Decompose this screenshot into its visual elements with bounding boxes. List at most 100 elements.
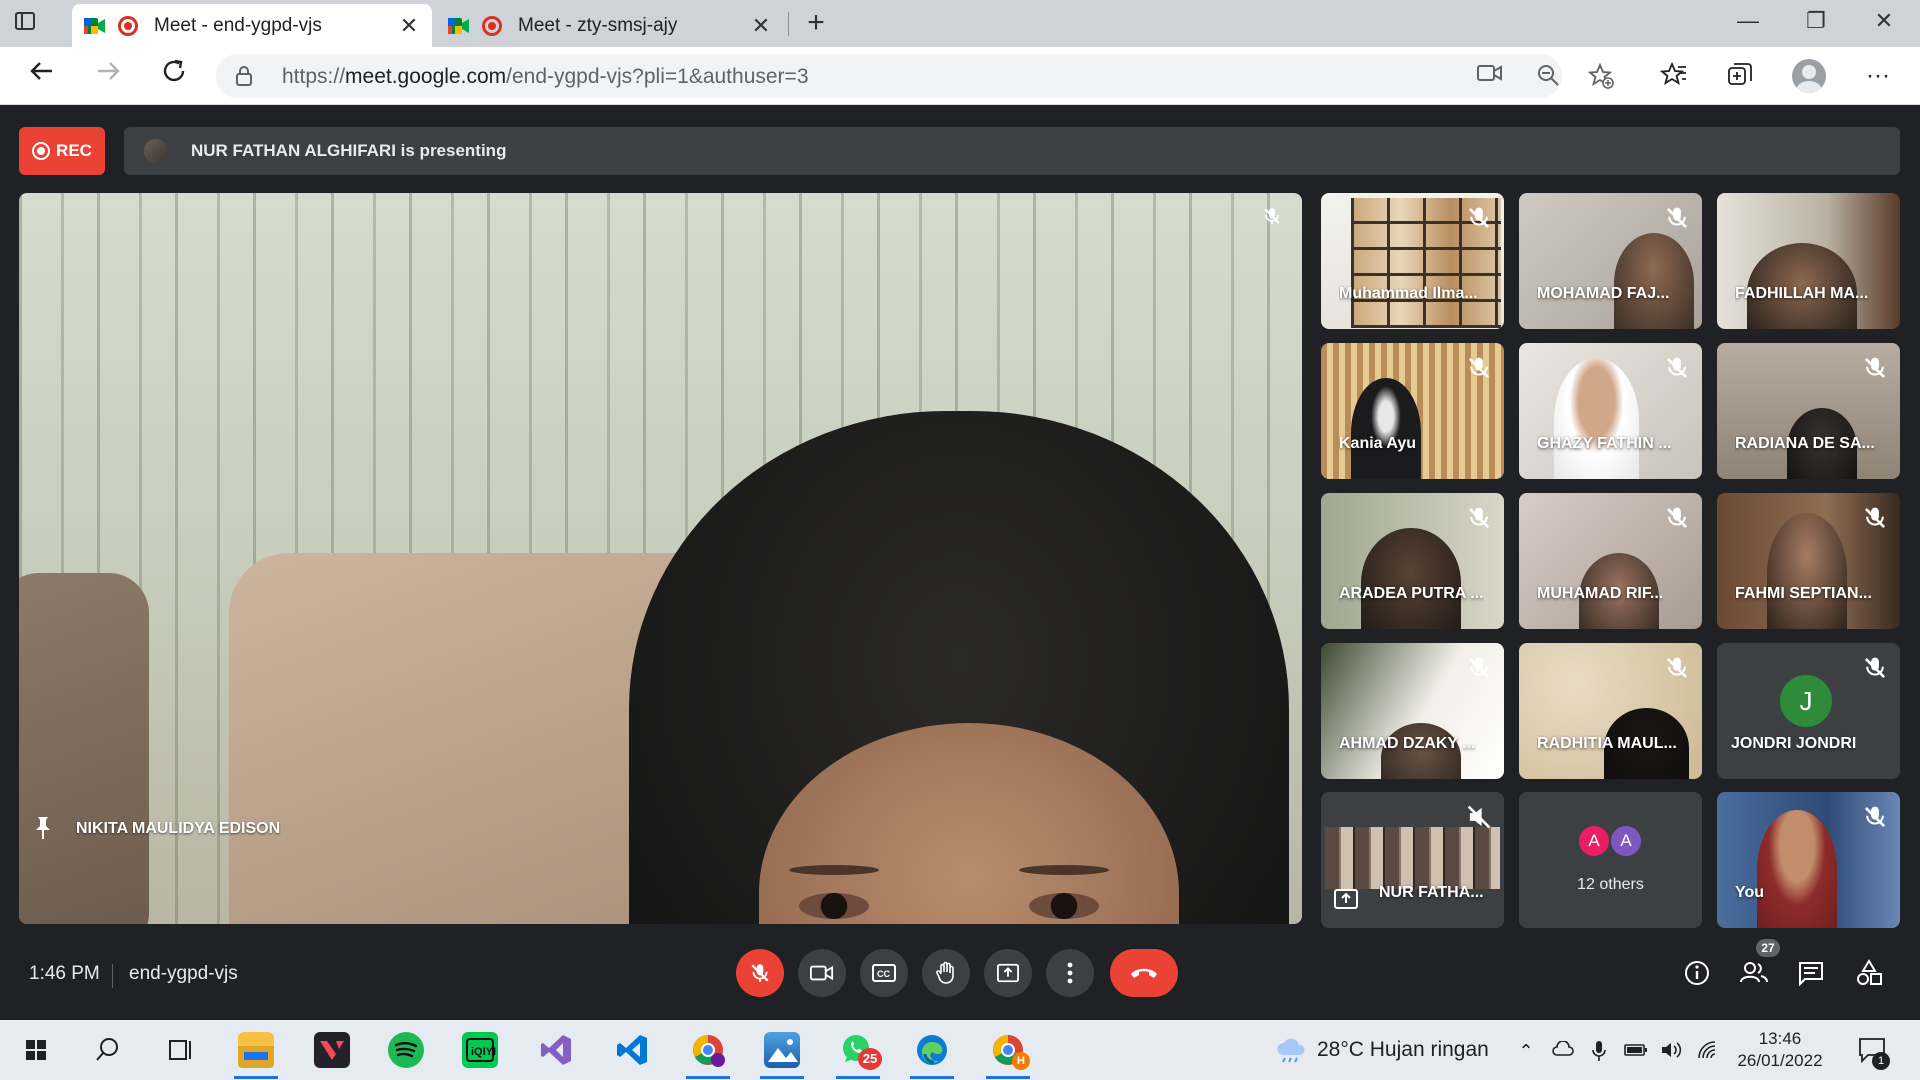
visual-studio-icon[interactable] — [538, 1032, 574, 1068]
more-menu-icon[interactable]: ··· — [1862, 61, 1894, 93]
participant-tile[interactable]: Muhammad Ilma... — [1321, 193, 1504, 329]
participant-name: You — [1735, 884, 1765, 901]
participant-name: Muhammad Ilma... — [1339, 285, 1478, 302]
favorites-icon[interactable] — [1658, 61, 1690, 93]
microphone-icon[interactable] — [1588, 1040, 1610, 1062]
edge-icon[interactable] — [914, 1032, 950, 1068]
presentation-thumbnail — [1325, 827, 1500, 889]
close-tab-icon[interactable]: ✕ — [750, 13, 772, 39]
participant-name: NUR FATHA... — [1379, 884, 1484, 901]
participant-name: Kania Ayu — [1339, 435, 1417, 452]
zoom-icon[interactable] — [1535, 63, 1561, 89]
others-tile[interactable]: A A 12 others — [1519, 792, 1702, 928]
tab-meet-end-ygpd-vjs[interactable]: Meet - end-ygpd-vjs ✕ — [72, 4, 432, 47]
self-tile[interactable]: You — [1717, 792, 1900, 928]
chrome-icon[interactable] — [690, 1032, 726, 1068]
spotify-icon[interactable] — [388, 1032, 424, 1068]
participant-tile[interactable]: GHAZY FATHIN ... — [1519, 343, 1702, 479]
chrome-profile-badge: H — [1012, 1052, 1030, 1070]
chrome-profile-icon[interactable]: H — [990, 1032, 1030, 1070]
whatsapp-icon[interactable]: 25 — [840, 1032, 882, 1070]
participant-tile[interactable]: AHMAD DZAKY ... — [1321, 643, 1504, 779]
tab-separator — [788, 12, 789, 36]
mic-off-icon — [1666, 207, 1688, 229]
minimize-button[interactable]: — — [1718, 8, 1778, 38]
clock-date: 26/01/2022 — [1737, 1051, 1823, 1070]
new-tab-button[interactable]: + — [800, 8, 832, 40]
participant-tile[interactable]: J JONDRI JONDRI — [1717, 643, 1900, 779]
whatsapp-unread-badge: 25 — [858, 1048, 882, 1070]
weather-widget[interactable]: 28°C Hujan ringan — [1275, 1037, 1489, 1063]
present-screen-icon — [997, 963, 1019, 983]
participant-tile[interactable]: RADHITIA MAUL... — [1519, 643, 1702, 779]
present-now-button[interactable] — [984, 949, 1032, 997]
onedrive-icon[interactable] — [1552, 1040, 1574, 1062]
participants-button[interactable] — [1736, 955, 1772, 991]
vscode-icon[interactable] — [614, 1032, 650, 1068]
meeting-details-button[interactable] — [1679, 955, 1715, 991]
valorant-icon[interactable] — [314, 1032, 350, 1068]
url-text: https://meet.google.com/end-ygpd-vjs?pli… — [282, 65, 809, 89]
file-explorer-icon[interactable] — [238, 1032, 274, 1068]
wifi-icon[interactable] — [1696, 1040, 1718, 1062]
tab-meet-zty-smsj-ajy[interactable]: Meet - zty-smsj-ajy ✕ — [436, 4, 784, 47]
participant-name: RADIANA DE SA... — [1735, 435, 1875, 452]
meet-area: REC NUR FATHAN ALGHIFARI is presenting N… — [0, 106, 1920, 1020]
more-options-button[interactable] — [1046, 949, 1094, 997]
leave-call-button[interactable] — [1110, 949, 1178, 997]
captions-icon: CC — [872, 964, 896, 982]
mic-off-icon — [1864, 357, 1886, 379]
raise-hand-button[interactable] — [922, 949, 970, 997]
pin-icon[interactable] — [33, 815, 53, 841]
participant-tile[interactable]: FADHILLAH MA... — [1717, 193, 1900, 329]
tab-actions-icon[interactable] — [14, 10, 56, 38]
activities-button[interactable] — [1851, 955, 1887, 991]
system-clock[interactable]: 13:46 26/01/2022 — [1730, 1028, 1830, 1072]
mic-off-icon — [1666, 507, 1688, 529]
url-prefix: https:// — [282, 65, 346, 88]
task-view-icon[interactable] — [162, 1032, 198, 1068]
video-content — [799, 893, 869, 919]
chevron-up-icon[interactable]: ⌃ — [1515, 1040, 1537, 1062]
volume-off-icon — [1467, 805, 1491, 829]
presenting-banner[interactable]: NUR FATHAN ALGHIFARI is presenting — [124, 127, 1900, 175]
main-speaker-video[interactable]: NIKITA MAULIDYA EDISON — [19, 193, 1302, 924]
participant-name: MOHAMAD FAJ... — [1537, 285, 1670, 302]
participant-tile[interactable]: FAHMI SEPTIAN... — [1717, 493, 1900, 629]
camera-in-use-icon[interactable] — [1477, 63, 1503, 89]
photos-icon[interactable] — [764, 1032, 800, 1068]
participant-tile[interactable]: MOHAMAD FAJ... — [1519, 193, 1702, 329]
search-icon[interactable] — [90, 1032, 126, 1068]
volume-icon[interactable] — [1660, 1040, 1682, 1062]
mic-toggle-button[interactable] — [736, 949, 784, 997]
video-content — [1351, 378, 1421, 479]
participant-avatar: A — [1577, 824, 1611, 858]
tab-title: Meet - zty-smsj-ajy — [518, 14, 678, 36]
collections-icon[interactable] — [1724, 61, 1756, 93]
mic-off-icon — [751, 964, 769, 982]
participant-tile[interactable]: MUHAMAD RIF... — [1519, 493, 1702, 629]
add-favorite-icon[interactable] — [1587, 62, 1614, 89]
lock-icon[interactable] — [236, 66, 252, 86]
close-tab-icon[interactable]: ✕ — [398, 13, 420, 39]
participant-tile-presenter[interactable]: NUR FATHA... — [1321, 792, 1504, 928]
profile-avatar[interactable] — [1792, 59, 1826, 93]
presenter-avatar — [144, 139, 168, 163]
participant-tile[interactable]: Kania Ayu — [1321, 343, 1504, 479]
url-field[interactable]: https://meet.google.com/end-ygpd-vjs?pli… — [216, 54, 1562, 98]
forward-button[interactable] — [88, 57, 128, 97]
recording-icon — [482, 15, 502, 36]
participant-tile[interactable]: RADIANA DE SA... — [1717, 343, 1900, 479]
camera-toggle-button[interactable] — [798, 949, 846, 997]
chat-button[interactable] — [1793, 955, 1829, 991]
windows-start-icon[interactable] — [18, 1032, 54, 1068]
more-vert-icon — [1067, 962, 1073, 984]
reload-button[interactable] — [154, 57, 194, 97]
captions-button[interactable]: CC — [860, 949, 908, 997]
battery-icon[interactable] — [1624, 1040, 1647, 1062]
close-window-button[interactable]: ✕ — [1854, 8, 1914, 38]
restore-button[interactable]: ❐ — [1786, 8, 1846, 38]
iqiyi-icon[interactable]: iQIYI — [462, 1032, 498, 1068]
back-button[interactable] — [22, 57, 62, 97]
participant-tile[interactable]: ARADEA PUTRA ... — [1321, 493, 1504, 629]
